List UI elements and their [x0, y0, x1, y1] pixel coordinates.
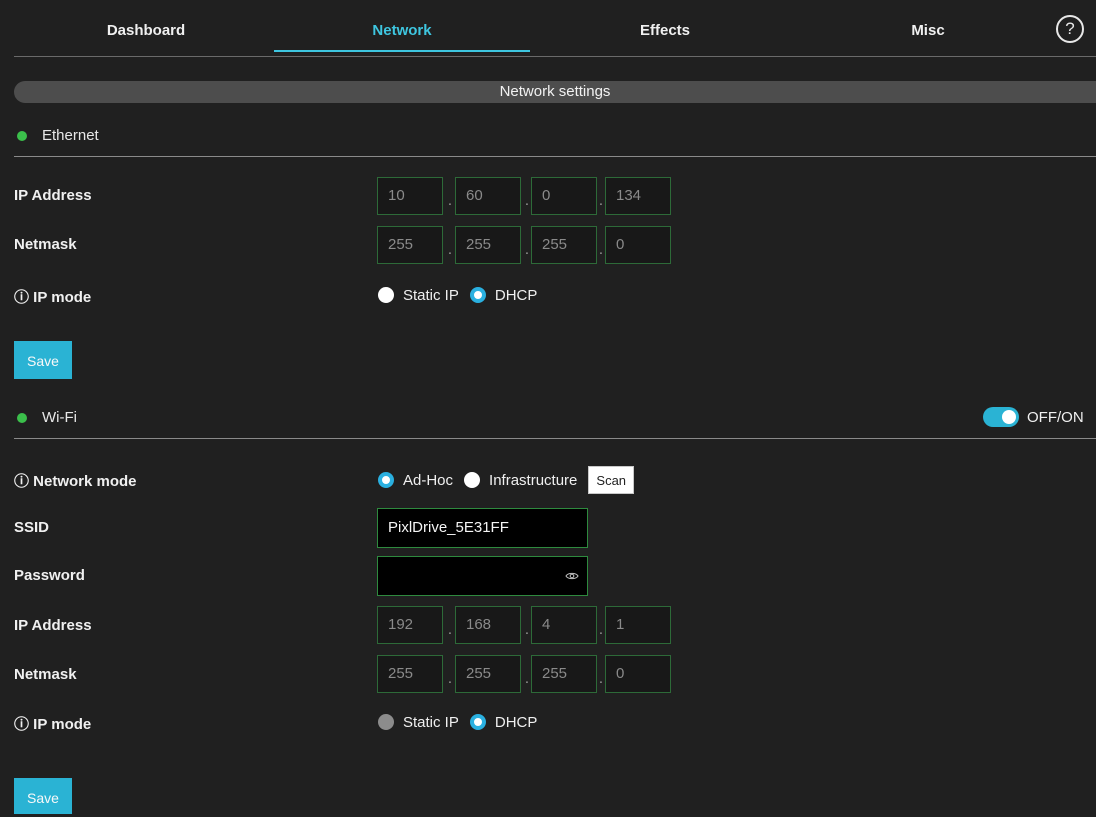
wifi-static-label: Static IP	[403, 713, 459, 731]
dot-separator: .	[598, 670, 604, 687]
ethernet-netmask-octet-4[interactable]: 0	[605, 226, 671, 264]
ssid-input[interactable]: PixlDrive_5E31FF	[377, 508, 588, 548]
ethernet-dhcp-label: DHCP	[494, 286, 538, 304]
ethernet-static-radio[interactable]	[378, 287, 394, 303]
wifi-infra-label: Infrastructure	[489, 471, 578, 489]
dot-separator: .	[598, 241, 604, 258]
dot-separator: .	[524, 670, 530, 687]
password-input[interactable]	[377, 556, 588, 596]
wifi-ip-octet-1[interactable]: 192	[377, 606, 443, 644]
wifi-ipmode-radios: Static IP DHCP	[378, 712, 548, 732]
wifi-adhoc-label: Ad-Hoc	[403, 471, 454, 489]
wifi-ssid-label: SSID	[14, 519, 50, 536]
wifi-netmode-label: ⓘ Network mode	[14, 473, 137, 490]
dot-separator: .	[447, 670, 453, 687]
wifi-netmask-octet-1[interactable]: 255	[377, 655, 443, 693]
ethernet-static-label: Static IP	[403, 286, 459, 304]
wifi-ip-label: IP Address	[14, 617, 92, 634]
ethernet-save-button[interactable]: Save	[14, 341, 72, 379]
wifi-netmask-label: Netmask	[14, 666, 77, 683]
wifi-infra-radio[interactable]	[464, 472, 481, 488]
wifi-password-label: Password	[14, 567, 85, 584]
wifi-static-radio[interactable]	[378, 714, 394, 730]
help-icon[interactable]: ?	[1056, 15, 1084, 43]
wifi-status-dot	[17, 413, 27, 423]
ethernet-netmask-label: Netmask	[14, 236, 77, 253]
dot-separator: .	[524, 621, 530, 638]
wifi-ip-octet-4[interactable]: 1	[605, 606, 671, 644]
tab-network[interactable]: Network	[274, 0, 530, 54]
eye-icon[interactable]	[565, 569, 579, 583]
ethernet-ip-label: IP Address	[14, 187, 92, 204]
wifi-divider	[14, 438, 1096, 439]
dot-separator: .	[598, 621, 604, 638]
wifi-ipmode-label: ⓘ IP mode	[14, 716, 92, 733]
wifi-toggle[interactable]	[983, 407, 1019, 427]
ethernet-netmask-octet-1[interactable]: 255	[377, 226, 443, 264]
ethernet-ip-octet-2[interactable]: 60	[455, 177, 521, 215]
wifi-toggle-label: OFF/ON	[1027, 408, 1084, 426]
tab-effects[interactable]: Effects	[530, 0, 800, 54]
wifi-adhoc-radio[interactable]	[378, 472, 394, 488]
dot-separator: .	[447, 241, 453, 258]
wifi-dhcp-radio[interactable]	[469, 714, 486, 730]
section-banner: Network settings	[14, 81, 1096, 103]
wifi-toggle-group: OFF/ON	[983, 406, 1084, 428]
ethernet-dhcp-radio[interactable]	[469, 287, 486, 303]
ethernet-ip-octet-1[interactable]: 10	[377, 177, 443, 215]
ethernet-netmask-octet-2[interactable]: 255	[455, 226, 521, 264]
tab-dashboard[interactable]: Dashboard	[18, 0, 274, 54]
wifi-netmask-octet-2[interactable]: 255	[455, 655, 521, 693]
wifi-netmask-octet-4[interactable]: 0	[605, 655, 671, 693]
ethernet-ipmode-radios: Static IP DHCP	[378, 285, 548, 305]
wifi-dhcp-label: DHCP	[494, 713, 538, 731]
ethernet-ip-octet-4[interactable]: 134	[605, 177, 671, 215]
ethernet-title: Ethernet	[42, 127, 99, 144]
scan-button[interactable]: Scan	[588, 466, 635, 494]
wifi-title: Wi-Fi	[42, 409, 77, 426]
dot-separator: .	[524, 192, 530, 209]
dot-separator: .	[447, 192, 453, 209]
ethernet-netmask-octet-3[interactable]: 255	[531, 226, 597, 264]
wifi-netmask-octet-3[interactable]: 255	[531, 655, 597, 693]
ethernet-status-dot	[17, 131, 27, 141]
ethernet-ip-octet-3[interactable]: 0	[531, 177, 597, 215]
wifi-ip-octet-3[interactable]: 4	[531, 606, 597, 644]
wifi-netmode-radios: Ad-Hoc Infrastructure Scan	[378, 466, 635, 494]
dot-separator: .	[447, 621, 453, 638]
ethernet-divider	[14, 156, 1096, 157]
dot-separator: .	[598, 192, 604, 209]
dot-separator: .	[524, 241, 530, 258]
wifi-save-button[interactable]: Save	[14, 778, 72, 814]
wifi-ip-octet-2[interactable]: 168	[455, 606, 521, 644]
tab-bar: Dashboard Network Effects Misc ?	[0, 0, 1096, 54]
tab-misc[interactable]: Misc	[800, 0, 1056, 54]
ethernet-ipmode-label: ⓘ IP mode	[14, 289, 92, 306]
tab-divider	[14, 56, 1096, 57]
